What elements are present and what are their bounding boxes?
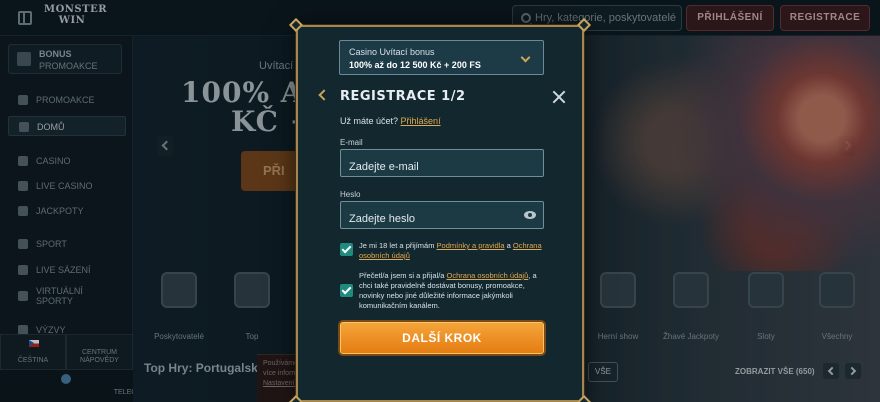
bonus-selector[interactable]: Casino Uvítací bonus 100% až do 12 500 K… — [339, 40, 544, 75]
email-field[interactable] — [340, 149, 544, 177]
chevron-down-icon — [520, 52, 531, 63]
password-field[interactable] — [340, 201, 544, 229]
bonus-selector-title: Casino Uvítací bonus — [349, 47, 435, 57]
next-step-button[interactable]: DALŠÍ KROK — [340, 322, 544, 354]
age-terms-and: a — [506, 241, 511, 250]
back-arrow-icon[interactable] — [318, 89, 330, 101]
login-link[interactable]: Přihlášení — [401, 116, 441, 126]
password-label: Heslo — [340, 190, 361, 199]
email-label: E-mail — [340, 138, 363, 147]
marketing-consent-text: Přečetl/a jsem si a přijal/a Ochrana oso… — [359, 271, 549, 311]
modal-title: REGISTRACE 1/2 — [340, 89, 466, 104]
account-question: Už máte účet? — [340, 116, 399, 126]
bonus-selector-value: 100% až do 12 500 Kč + 200 FS — [349, 60, 481, 70]
privacy-link-2[interactable]: Ochrana osobních údajů — [447, 271, 529, 280]
terms-link[interactable]: Podmínky a pravidla — [437, 241, 505, 250]
age-terms-text: Je mi 18 let a přijímám Podmínky a pravi… — [359, 241, 549, 261]
registration-modal: Casino Uvítací bonus 100% až do 12 500 K… — [288, 17, 592, 402]
close-icon[interactable] — [552, 90, 566, 104]
show-password-icon[interactable] — [524, 211, 536, 219]
account-prompt: Už máte účet? Přihlášení — [340, 116, 441, 126]
marketing-consent-checkbox[interactable] — [340, 284, 353, 297]
marketing-consent-label: Přečetl/a jsem si a přijal/a — [359, 271, 445, 280]
age-terms-label: Je mi 18 let a přijímám — [359, 241, 435, 250]
app: MONSTER WIN Hry, kategorie, poskytovatel… — [0, 0, 880, 402]
age-terms-checkbox[interactable] — [340, 243, 353, 256]
